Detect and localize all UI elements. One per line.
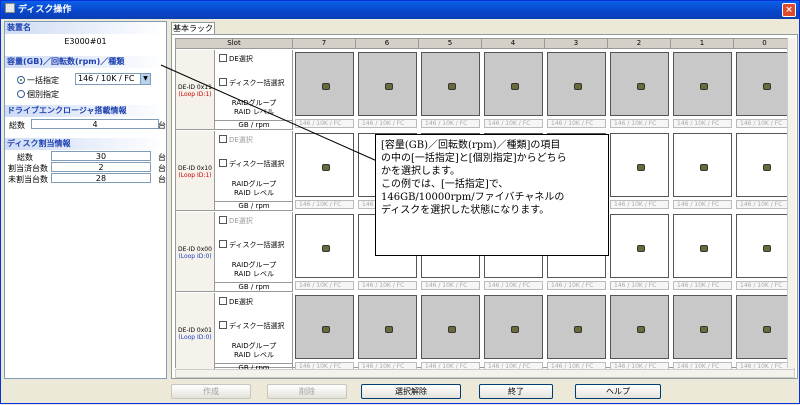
callout-line: [容量(GB)／回転数(rpm)／種類]の項目 xyxy=(381,140,561,151)
callout-line: かを選択します。 xyxy=(381,166,460,177)
callout-line: の中の[一括指定]と[個別指定]からどちら xyxy=(381,153,567,164)
callout-line: この例では、[一括指定]で、 xyxy=(381,179,509,190)
callout-line: 146GB/10000rpm/ファイバチャネルの xyxy=(381,192,565,203)
disk-operation-window: ディスク操作 × 装置名 E3000#01 容量(GB)／回転数(rpm)／種類… xyxy=(0,0,800,404)
callout-line: ディスクを選択した状態になります。 xyxy=(381,205,550,216)
callout-box: [容量(GB)／回転数(rpm)／種類]の項目 の中の[一括指定]と[個別指定]… xyxy=(375,134,609,256)
